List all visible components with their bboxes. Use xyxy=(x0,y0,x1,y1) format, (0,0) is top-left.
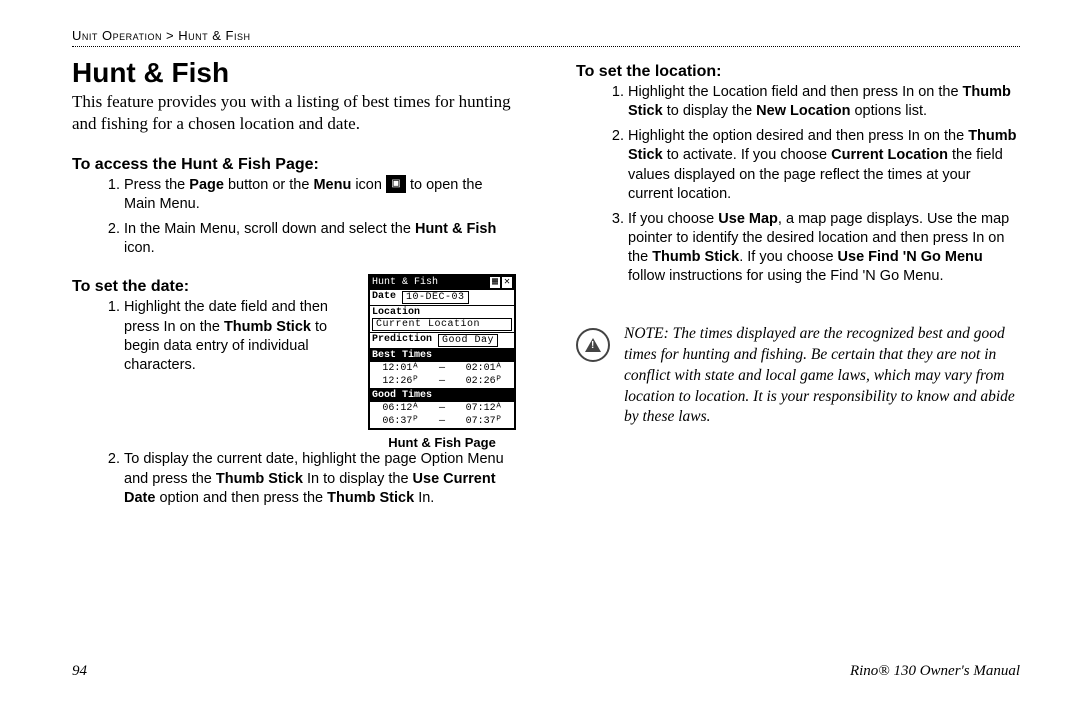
manual-name: Rino® 130 Owner's Manual xyxy=(850,663,1020,680)
access-heading: To access the Hunt & Fish Page: xyxy=(72,156,516,174)
page-title: Hunt & Fish xyxy=(72,57,516,89)
menu-icon: ▣ xyxy=(386,175,406,193)
good-row-2: 06:37ᴾ—07:37ᴾ xyxy=(370,415,514,428)
date-item-2: To display the current date, highlight t… xyxy=(124,450,516,507)
date-field-value: 10-DEC-03 xyxy=(402,291,469,304)
date-item-1: Highlight the date field and then press … xyxy=(124,298,354,375)
access-item-1: Press the Page button or the Menu icon ▣… xyxy=(124,176,516,214)
prediction-value: Good Day xyxy=(438,334,498,347)
access-list: Press the Page button or the Menu icon ▣… xyxy=(72,176,516,265)
prediction-label: Prediction xyxy=(372,334,432,347)
location-item-1: Highlight the Location field and then pr… xyxy=(628,83,1020,121)
right-column: To set the location: Highlight the Locat… xyxy=(576,57,1020,643)
page-footer: 94 Rino® 130 Owner's Manual xyxy=(72,663,1020,680)
window-menu-icon: ▦ xyxy=(490,277,500,288)
figure: Hunt & Fish ▦✕ Date 10-DEC-03 LocationCur… xyxy=(368,274,516,450)
date-list-1: Highlight the date field and then press … xyxy=(72,298,354,375)
location-list: Highlight the Location field and then pr… xyxy=(576,83,1020,292)
breadcrumb: Unit Operation > Hunt & Fish xyxy=(72,28,1020,47)
good-row-1: 06:12ᴬ—07:12ᴬ xyxy=(370,402,514,415)
location-field-label: Location xyxy=(372,307,512,318)
date-heading: To set the date: xyxy=(72,278,354,296)
figure-caption: Hunt & Fish Page xyxy=(388,435,496,450)
location-item-3: If you choose Use Map, a map page displa… xyxy=(628,210,1020,287)
warning-icon xyxy=(576,328,610,362)
good-times-label: Good Times xyxy=(370,389,514,402)
best-row-1: 12:01ᴬ—02:01ᴬ xyxy=(370,362,514,375)
device-screen: Hunt & Fish ▦✕ Date 10-DEC-03 LocationCur… xyxy=(368,274,516,430)
location-item-2: Highlight the option desired and then pr… xyxy=(628,127,1020,204)
manual-page: Unit Operation > Hunt & Fish Hunt & Fish… xyxy=(0,0,1080,702)
location-heading: To set the location: xyxy=(576,63,1020,81)
screen-title: Hunt & Fish xyxy=(372,277,438,288)
left-column: Hunt & Fish This feature provides you wi… xyxy=(72,57,516,643)
location-field-value: Current Location xyxy=(372,318,512,331)
best-times-label: Best Times xyxy=(370,349,514,362)
page-number: 94 xyxy=(72,663,87,680)
note-text: NOTE: The times displayed are the recogn… xyxy=(624,324,1020,428)
note-block: NOTE: The times displayed are the recogn… xyxy=(576,324,1020,428)
date-list-2: To display the current date, highlight t… xyxy=(72,450,516,513)
window-close-icon: ✕ xyxy=(502,277,512,288)
access-item-2: In the Main Menu, scroll down and select… xyxy=(124,220,516,258)
date-field-label: Date xyxy=(372,291,396,304)
intro-text: This feature provides you with a listing… xyxy=(72,91,516,136)
best-row-2: 12:26ᴾ—02:26ᴾ xyxy=(370,375,514,388)
